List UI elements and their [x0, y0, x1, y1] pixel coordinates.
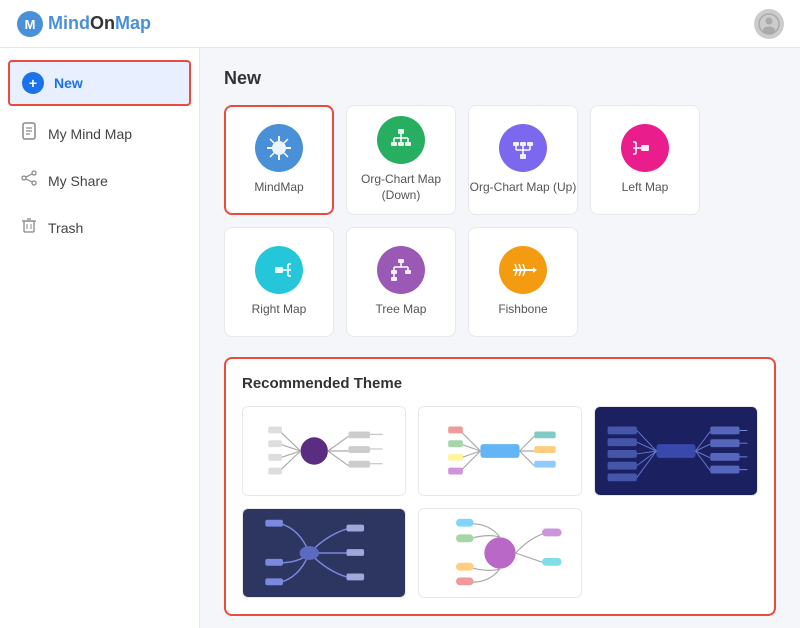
- org-up-label: Org-Chart Map (Up): [470, 180, 577, 196]
- map-card-left[interactable]: Left Map: [590, 105, 700, 215]
- mind-map-icon: [20, 122, 38, 145]
- left-map-icon: [621, 124, 669, 172]
- logo-icon: M: [16, 10, 44, 38]
- trash-icon: [20, 216, 38, 239]
- tree-map-label: Tree Map: [376, 302, 427, 318]
- sidebar-item-trash-label: Trash: [48, 220, 83, 236]
- sidebar-item-my-share[interactable]: My Share: [0, 157, 199, 204]
- left-map-icon-svg: [631, 134, 659, 162]
- org-up-icon-svg: [509, 134, 537, 162]
- map-card-right[interactable]: Right Map: [224, 227, 334, 337]
- logo-text: MindOnMap: [48, 13, 151, 34]
- file-icon: [20, 122, 38, 140]
- map-card-org-up[interactable]: Org-Chart Map (Up): [468, 105, 578, 215]
- tree-map-icon-svg: [387, 256, 415, 284]
- map-card-fishbone[interactable]: Fishbone: [468, 227, 578, 337]
- org-down-label: Org-Chart Map(Down): [361, 172, 441, 203]
- org-up-icon: [499, 124, 547, 172]
- theme-grid: [242, 406, 758, 598]
- org-down-icon-svg: [387, 126, 415, 154]
- map-card-mindmap[interactable]: MindMap: [224, 105, 334, 215]
- theme-card-2[interactable]: [418, 406, 582, 496]
- theme-card-5[interactable]: [418, 508, 582, 598]
- main-layout: + New My Mind Map: [0, 48, 800, 628]
- share-icon: [20, 169, 38, 192]
- header: M MindOnMap: [0, 0, 800, 48]
- user-avatar[interactable]: [754, 9, 784, 39]
- section-title: New: [224, 68, 776, 89]
- recommended-section: Recommended Theme: [224, 357, 776, 616]
- theme-card-3[interactable]: [594, 406, 758, 496]
- fishbone-label: Fishbone: [498, 302, 547, 318]
- sidebar-item-trash[interactable]: Trash: [0, 204, 199, 251]
- svg-text:M: M: [25, 17, 36, 32]
- recommended-title: Recommended Theme: [242, 375, 758, 392]
- map-type-grid: MindMap Org-C: [224, 105, 776, 337]
- map-card-org-down[interactable]: Org-Chart Map(Down): [346, 105, 456, 215]
- sidebar: + New My Mind Map: [0, 48, 200, 628]
- sidebar-item-my-mind-map[interactable]: My Mind Map: [0, 110, 199, 157]
- fishbone-icon-svg: [509, 256, 537, 284]
- theme-2-preview: [419, 407, 581, 495]
- left-map-label: Left Map: [622, 180, 669, 196]
- theme-card-1[interactable]: [242, 406, 406, 496]
- theme-3-preview: [595, 407, 757, 495]
- map-card-tree[interactable]: Tree Map: [346, 227, 456, 337]
- fishbone-icon: [499, 246, 547, 294]
- avatar-icon: [758, 13, 780, 35]
- theme-1-preview: [243, 407, 405, 495]
- tree-map-icon: [377, 246, 425, 294]
- sidebar-item-new-label: New: [54, 75, 83, 91]
- theme-5-preview: [419, 509, 581, 597]
- sidebar-item-new[interactable]: + New: [8, 60, 191, 106]
- mindmap-icon: [255, 124, 303, 172]
- sidebar-item-my-mind-map-label: My Mind Map: [48, 126, 132, 142]
- content-area: New MindM: [200, 48, 800, 628]
- logo: M MindOnMap: [16, 10, 151, 38]
- right-map-icon: [255, 246, 303, 294]
- org-down-icon: [377, 116, 425, 164]
- right-map-icon-svg: [265, 256, 293, 284]
- share-icon-svg: [20, 169, 38, 187]
- theme-card-4[interactable]: [242, 508, 406, 598]
- trash-icon-svg: [20, 216, 38, 234]
- theme-4-preview: [243, 509, 405, 597]
- mindmap-icon-svg: [265, 134, 293, 162]
- mindmap-label: MindMap: [254, 180, 303, 196]
- sidebar-item-my-share-label: My Share: [48, 173, 108, 189]
- new-icon: +: [22, 72, 44, 94]
- right-map-label: Right Map: [252, 302, 307, 318]
